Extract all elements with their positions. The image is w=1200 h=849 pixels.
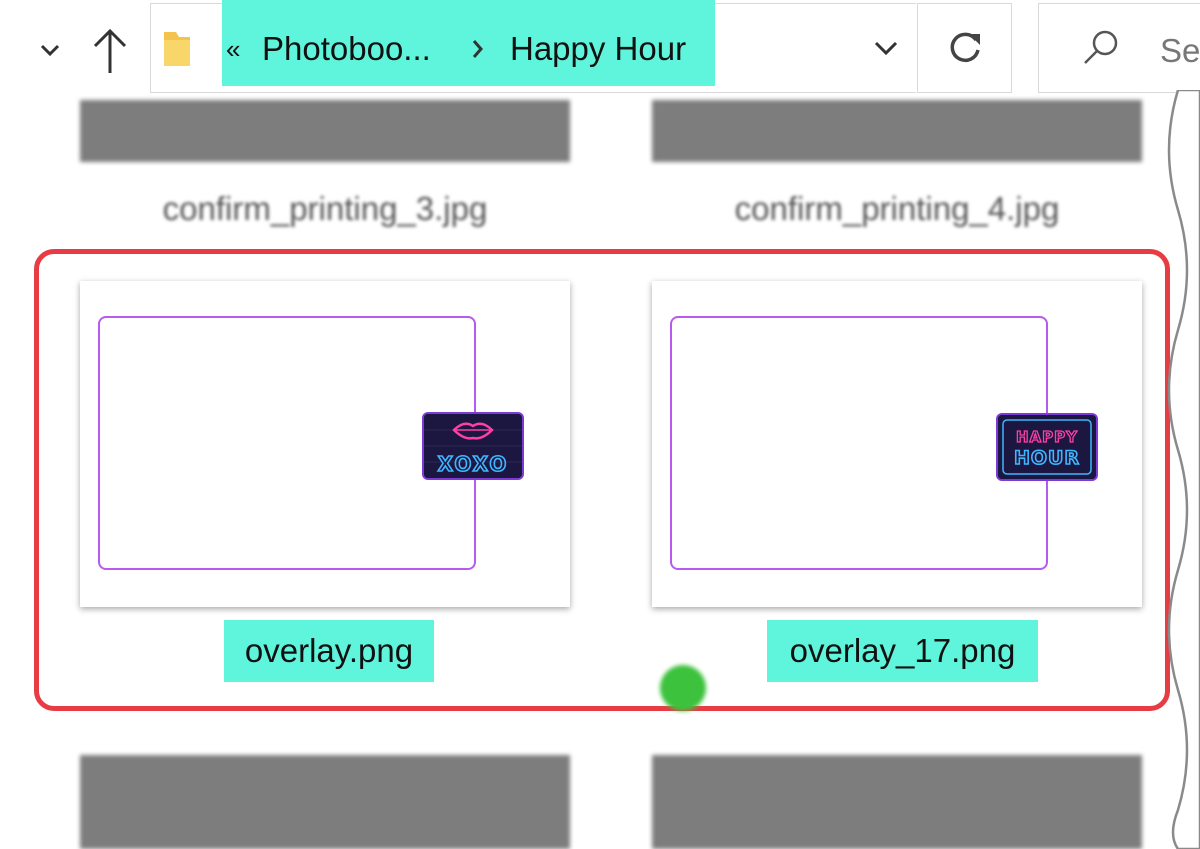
- recent-locations-button[interactable]: [30, 30, 70, 70]
- file-thumbnail[interactable]: [80, 755, 570, 849]
- chevron-down-icon: [40, 44, 60, 57]
- happy-hour-sticker-image: HAPPY HOUR: [998, 415, 1096, 479]
- torn-edge-decoration: [1167, 90, 1200, 849]
- breadcrumb-overflow[interactable]: «: [226, 26, 240, 72]
- file-name-overlay-17[interactable]: overlay_17.png: [767, 620, 1038, 682]
- happy-text: HAPPY: [1016, 428, 1078, 446]
- folder-icon: [164, 32, 190, 66]
- chevron-right-icon[interactable]: [470, 36, 486, 62]
- hour-text: HOUR: [1014, 447, 1080, 469]
- xoxo-text: XOXO: [438, 452, 509, 476]
- file-item-overlay[interactable]: XOXO: [80, 281, 570, 607]
- search-placeholder: Se: [1160, 32, 1200, 69]
- search-icon: [1084, 30, 1118, 64]
- file-name[interactable]: confirm_printing_4.jpg: [652, 186, 1142, 232]
- smiley-icon: [660, 665, 706, 711]
- file-thumbnail[interactable]: [652, 755, 1142, 849]
- file-thumbnail[interactable]: [80, 100, 570, 162]
- file-item-overlay-17[interactable]: HAPPY HOUR: [652, 281, 1142, 607]
- file-thumbnail[interactable]: [652, 100, 1142, 162]
- file-name-overlay[interactable]: overlay.png: [224, 620, 434, 682]
- file-name[interactable]: confirm_printing_3.jpg: [80, 186, 570, 232]
- chevron-down-icon: [874, 41, 898, 56]
- arrow-up-icon: [93, 28, 127, 73]
- file-grid: confirm_printing_3.jpg confirm_printing_…: [0, 100, 1200, 849]
- refresh-icon: [950, 32, 980, 63]
- overlay-frame: [98, 316, 476, 570]
- breadcrumb-item-photobooth[interactable]: Photoboo...: [262, 26, 431, 72]
- refresh-button[interactable]: [917, 3, 1012, 93]
- xoxo-sticker-image: XOXO: [424, 414, 522, 478]
- address-dropdown-button[interactable]: [855, 3, 917, 93]
- address-toolbar: « Photoboo... Happy Hour Se: [0, 0, 1200, 100]
- breadcrumb-item-happy-hour[interactable]: Happy Hour: [510, 26, 686, 72]
- overlay-frame: [670, 316, 1048, 570]
- up-button[interactable]: [86, 22, 134, 78]
